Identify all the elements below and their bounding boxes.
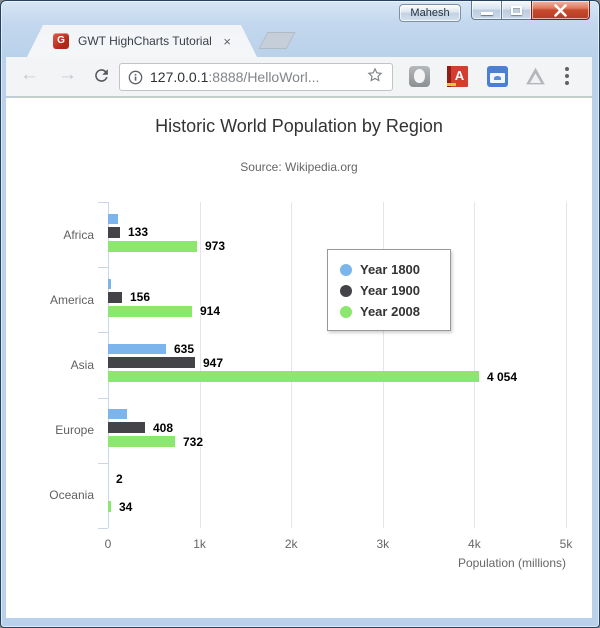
category-label: America	[49, 292, 94, 307]
category-label: Oceania	[49, 488, 94, 503]
data-label: 947	[203, 355, 224, 370]
tab-close-icon[interactable]: ×	[221, 33, 233, 50]
category-label: Europe	[55, 423, 94, 438]
minimize-button[interactable]	[471, 1, 502, 20]
bar-Year-1900-America[interactable]	[108, 291, 122, 303]
shield-extension-icon[interactable]	[409, 66, 430, 87]
bar-Year-2008-Africa[interactable]	[108, 240, 197, 252]
window-titlebar[interactable]: Mahesh	[1, 1, 599, 23]
page-content: Historic World Population by Region Sour…	[6, 98, 592, 618]
legend-marker-icon	[340, 284, 352, 297]
page-info-icon[interactable]	[128, 70, 143, 85]
x-tick-label: 5k	[559, 537, 573, 551]
book-strip	[447, 83, 456, 86]
data-label: 2	[116, 472, 123, 487]
forward-icon[interactable]: →	[58, 64, 77, 86]
screenshot-glyph	[494, 76, 501, 80]
x-axis-title: Population (millions)	[457, 556, 566, 570]
category-tick	[98, 202, 108, 203]
x-tick-label: 3k	[376, 537, 390, 551]
bookmark-star-icon[interactable]	[366, 66, 384, 89]
category-tick	[98, 528, 108, 529]
new-tab-button[interactable]	[258, 32, 296, 49]
data-label: 34	[119, 499, 133, 514]
x-tick-label: 1k	[193, 537, 206, 551]
bar-Year-2008-Europe[interactable]	[108, 436, 175, 448]
data-label: 973	[205, 239, 226, 254]
category-label: Asia	[70, 358, 94, 372]
category-tick	[98, 462, 108, 464]
reload-icon[interactable]	[92, 66, 111, 91]
data-label: 732	[183, 434, 204, 449]
bar-Year-1900-Asia[interactable]	[108, 357, 195, 368]
chart-plot: 0 1k 2k 3k 4k 5k Africa America Asia Europe Oceani…	[6, 98, 592, 618]
minimize-icon	[480, 12, 493, 15]
tab-title: GWT HighCharts Tutorial	[78, 34, 212, 48]
x-tick-label: 4k	[468, 537, 481, 551]
address-bar[interactable]: 127.0.0.1:8888/HelloWorl...	[119, 63, 393, 91]
bar-Year-1800-Europe[interactable]	[108, 409, 127, 420]
close-window-button[interactable]	[531, 1, 590, 20]
legend-label: Year 1900	[360, 283, 421, 298]
browser-toolbar: ← → 127.0.0.1:8888/HelloWorl... A	[6, 57, 592, 97]
browser-menu-icon[interactable]	[565, 67, 569, 87]
legend-marker-icon	[340, 305, 352, 318]
chart-legend: Year 1800 Year 1900 Year 2008	[327, 249, 451, 331]
bar-Year-1900-Africa[interactable]	[108, 226, 120, 238]
data-label: 635	[174, 342, 195, 356]
profile-button[interactable]: Mahesh	[399, 4, 461, 22]
url-host: 127.0.0.1	[150, 69, 209, 85]
category-label: Africa	[63, 227, 94, 242]
url-text: 127.0.0.1:8888/HelloWorl...	[150, 69, 319, 85]
data-label: 156	[130, 290, 151, 305]
browser-tab[interactable]: G GWT HighCharts Tutorial ×	[27, 25, 257, 57]
bar-Year-2008-Oceania[interactable]	[108, 501, 111, 513]
gridline	[291, 202, 293, 528]
screenshot-extension-icon[interactable]	[487, 66, 508, 87]
maximize-icon	[511, 5, 522, 15]
close-icon	[554, 3, 567, 17]
category-tick	[98, 332, 108, 334]
shield-glyph	[414, 69, 425, 83]
gridline	[474, 202, 476, 528]
category-tick	[98, 267, 108, 269]
legend-label: Year 1800	[360, 262, 421, 277]
category-tick	[98, 397, 108, 399]
legend-label: Year 2008	[360, 304, 421, 319]
legend-marker-icon	[340, 263, 352, 276]
maximize-button[interactable]	[501, 1, 532, 20]
data-label: 408	[153, 420, 174, 435]
gridline	[199, 202, 201, 528]
acrobat-extension-icon[interactable]: A	[447, 66, 468, 87]
bar-Year-2008-America[interactable]	[108, 305, 192, 317]
bar-Year-1900-Europe[interactable]	[108, 422, 145, 434]
back-icon[interactable]: ←	[20, 64, 39, 86]
legend-item-Year-2008[interactable]: Year 2008	[340, 301, 440, 322]
bar-Year-1800-Asia[interactable]	[108, 344, 166, 354]
drive-extension-icon[interactable]	[525, 66, 546, 87]
x-tick-label: 2k	[284, 537, 298, 551]
gridline	[566, 202, 567, 528]
legend-item-Year-1900[interactable]: Year 1900	[340, 280, 440, 301]
bar-Year-2008-Asia[interactable]	[108, 371, 479, 382]
data-label: 4 054	[487, 369, 518, 384]
browser-window: Mahesh G GWT HighCharts Tutorial × ← → 1…	[0, 0, 600, 628]
legend-item-Year-1800[interactable]: Year 1800	[340, 259, 440, 280]
bar-Year-1800-America[interactable]	[108, 278, 111, 289]
x-tick-label: 0	[104, 537, 112, 551]
data-label: 914	[200, 304, 221, 319]
acrobat-letter: A	[454, 68, 465, 83]
bar-Year-1800-Africa[interactable]	[108, 213, 118, 224]
gwt-favicon-icon: G	[53, 33, 69, 49]
url-path: :8888/HelloWorl...	[208, 69, 320, 85]
data-label: 133	[128, 225, 149, 240]
